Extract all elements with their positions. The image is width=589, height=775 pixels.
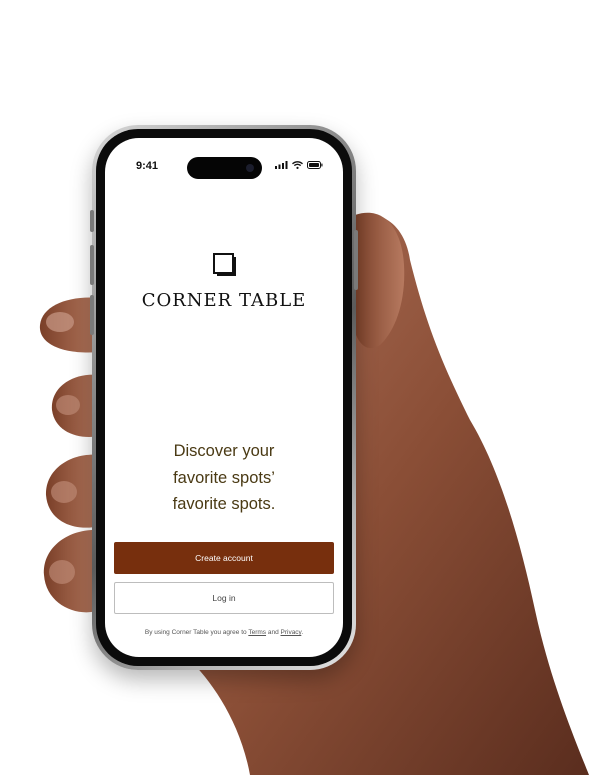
headline: Discover your favorite spots’ favorite s…: [125, 438, 323, 518]
wifi-icon: [292, 161, 303, 169]
status-time: 9:41: [136, 160, 159, 172]
brand-name: CORNER TABLE: [141, 290, 307, 311]
create-account-label: Create account: [195, 553, 253, 563]
legal-suffix: .: [301, 629, 304, 636]
camera-icon: [246, 164, 254, 172]
terms-link[interactable]: Terms: [248, 629, 266, 636]
headline-line-2: favorite spots’: [173, 468, 275, 487]
headline-line-3: favorite spots.: [172, 495, 276, 513]
volume-down-button: [90, 295, 94, 335]
signal-icon: [275, 161, 288, 169]
corner-square-logo-icon: [213, 253, 236, 276]
headline-line-1: Discover your: [173, 442, 275, 460]
app-screen: 9:41 CORNER TABLE Discover your favorite…: [105, 138, 343, 657]
phone-frame: 9:41 CORNER TABLE Discover your favorite…: [90, 125, 358, 670]
dynamic-island: [187, 157, 262, 179]
legal-and: and: [266, 629, 281, 636]
legal-prefix: By using Corner Table you agree to: [144, 629, 249, 636]
log-in-button[interactable]: Log in: [114, 582, 334, 614]
privacy-link[interactable]: Privacy: [281, 629, 302, 636]
log-in-label: Log in: [212, 593, 236, 603]
battery-icon: [307, 161, 323, 169]
mute-switch: [90, 210, 94, 232]
power-button: [354, 230, 358, 290]
volume-up-button: [90, 245, 94, 285]
legal-notice: By using Corner Table you agree to Terms…: [105, 629, 343, 636]
status-icons: [275, 161, 323, 169]
create-account-button[interactable]: Create account: [114, 542, 334, 574]
